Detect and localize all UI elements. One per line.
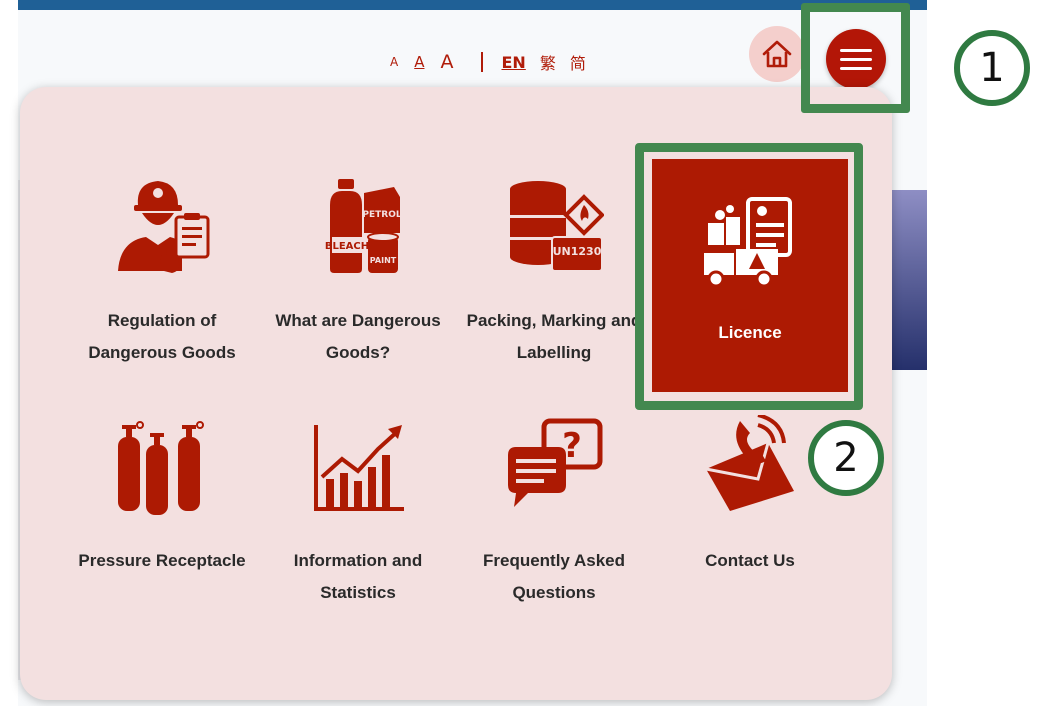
lang-en-link[interactable]: EN	[501, 53, 525, 72]
faq-chat-icon: ?	[504, 415, 604, 515]
menu-item-label: Contact Us	[705, 551, 795, 570]
menu-item-label: What are Dangerous Goods?	[275, 311, 441, 362]
toolbar-divider	[481, 52, 484, 72]
home-button[interactable]	[749, 26, 805, 82]
svg-text:UN1230: UN1230	[553, 245, 602, 258]
menu-item-label: Packing, Marking and Labelling	[466, 311, 642, 362]
home-icon	[762, 40, 792, 68]
chemical-bottles-icon: BLEACH PETROL PAINT	[308, 175, 408, 275]
gas-cylinders-icon	[112, 415, 212, 515]
menu-item-dangerous-goods[interactable]: BLEACH PETROL PAINT What are Dangerous G…	[260, 155, 456, 395]
svg-text:PETROL: PETROL	[362, 210, 401, 220]
highlight-box-menu-button	[801, 3, 910, 113]
menu-item-label: Regulation of Dangerous Goods	[88, 311, 236, 362]
step-badge-2: 2	[808, 420, 884, 496]
menu-item-label: Information and Statistics	[293, 551, 423, 602]
menu-item-faq[interactable]: ? Frequently Asked Questions	[456, 395, 652, 635]
menu-item-regulation[interactable]: Regulation of Dangerous Goods	[64, 155, 260, 395]
menu-item-pressure-receptacle[interactable]: Pressure Receptacle	[64, 395, 260, 635]
barrel-label-icon: UN1230	[504, 175, 604, 275]
font-size-large-button[interactable]: A	[440, 51, 453, 73]
step-badge-1: 1	[954, 30, 1030, 106]
svg-text:BLEACH: BLEACH	[325, 241, 369, 252]
menu-item-label: Frequently Asked Questions	[482, 551, 626, 602]
bar-chart-icon	[308, 415, 408, 515]
top-bar	[18, 0, 927, 10]
lang-sc-link[interactable]: 简	[570, 50, 586, 74]
accessibility-toolbar: A A A EN 繁 简	[390, 48, 600, 76]
highlight-box-licence	[635, 143, 863, 410]
menu-item-packing[interactable]: UN1230 Packing, Marking and Labelling	[456, 155, 652, 395]
svg-text:PAINT: PAINT	[370, 256, 397, 265]
firefighter-icon	[112, 175, 212, 275]
menu-item-information[interactable]: Information and Statistics	[260, 395, 456, 635]
phone-envelope-icon	[700, 415, 800, 515]
font-size-medium-button[interactable]: A	[414, 53, 424, 71]
menu-item-label: Pressure Receptacle	[78, 551, 246, 570]
font-size-small-button[interactable]: A	[390, 55, 398, 69]
lang-tc-link[interactable]: 繁	[540, 50, 556, 74]
